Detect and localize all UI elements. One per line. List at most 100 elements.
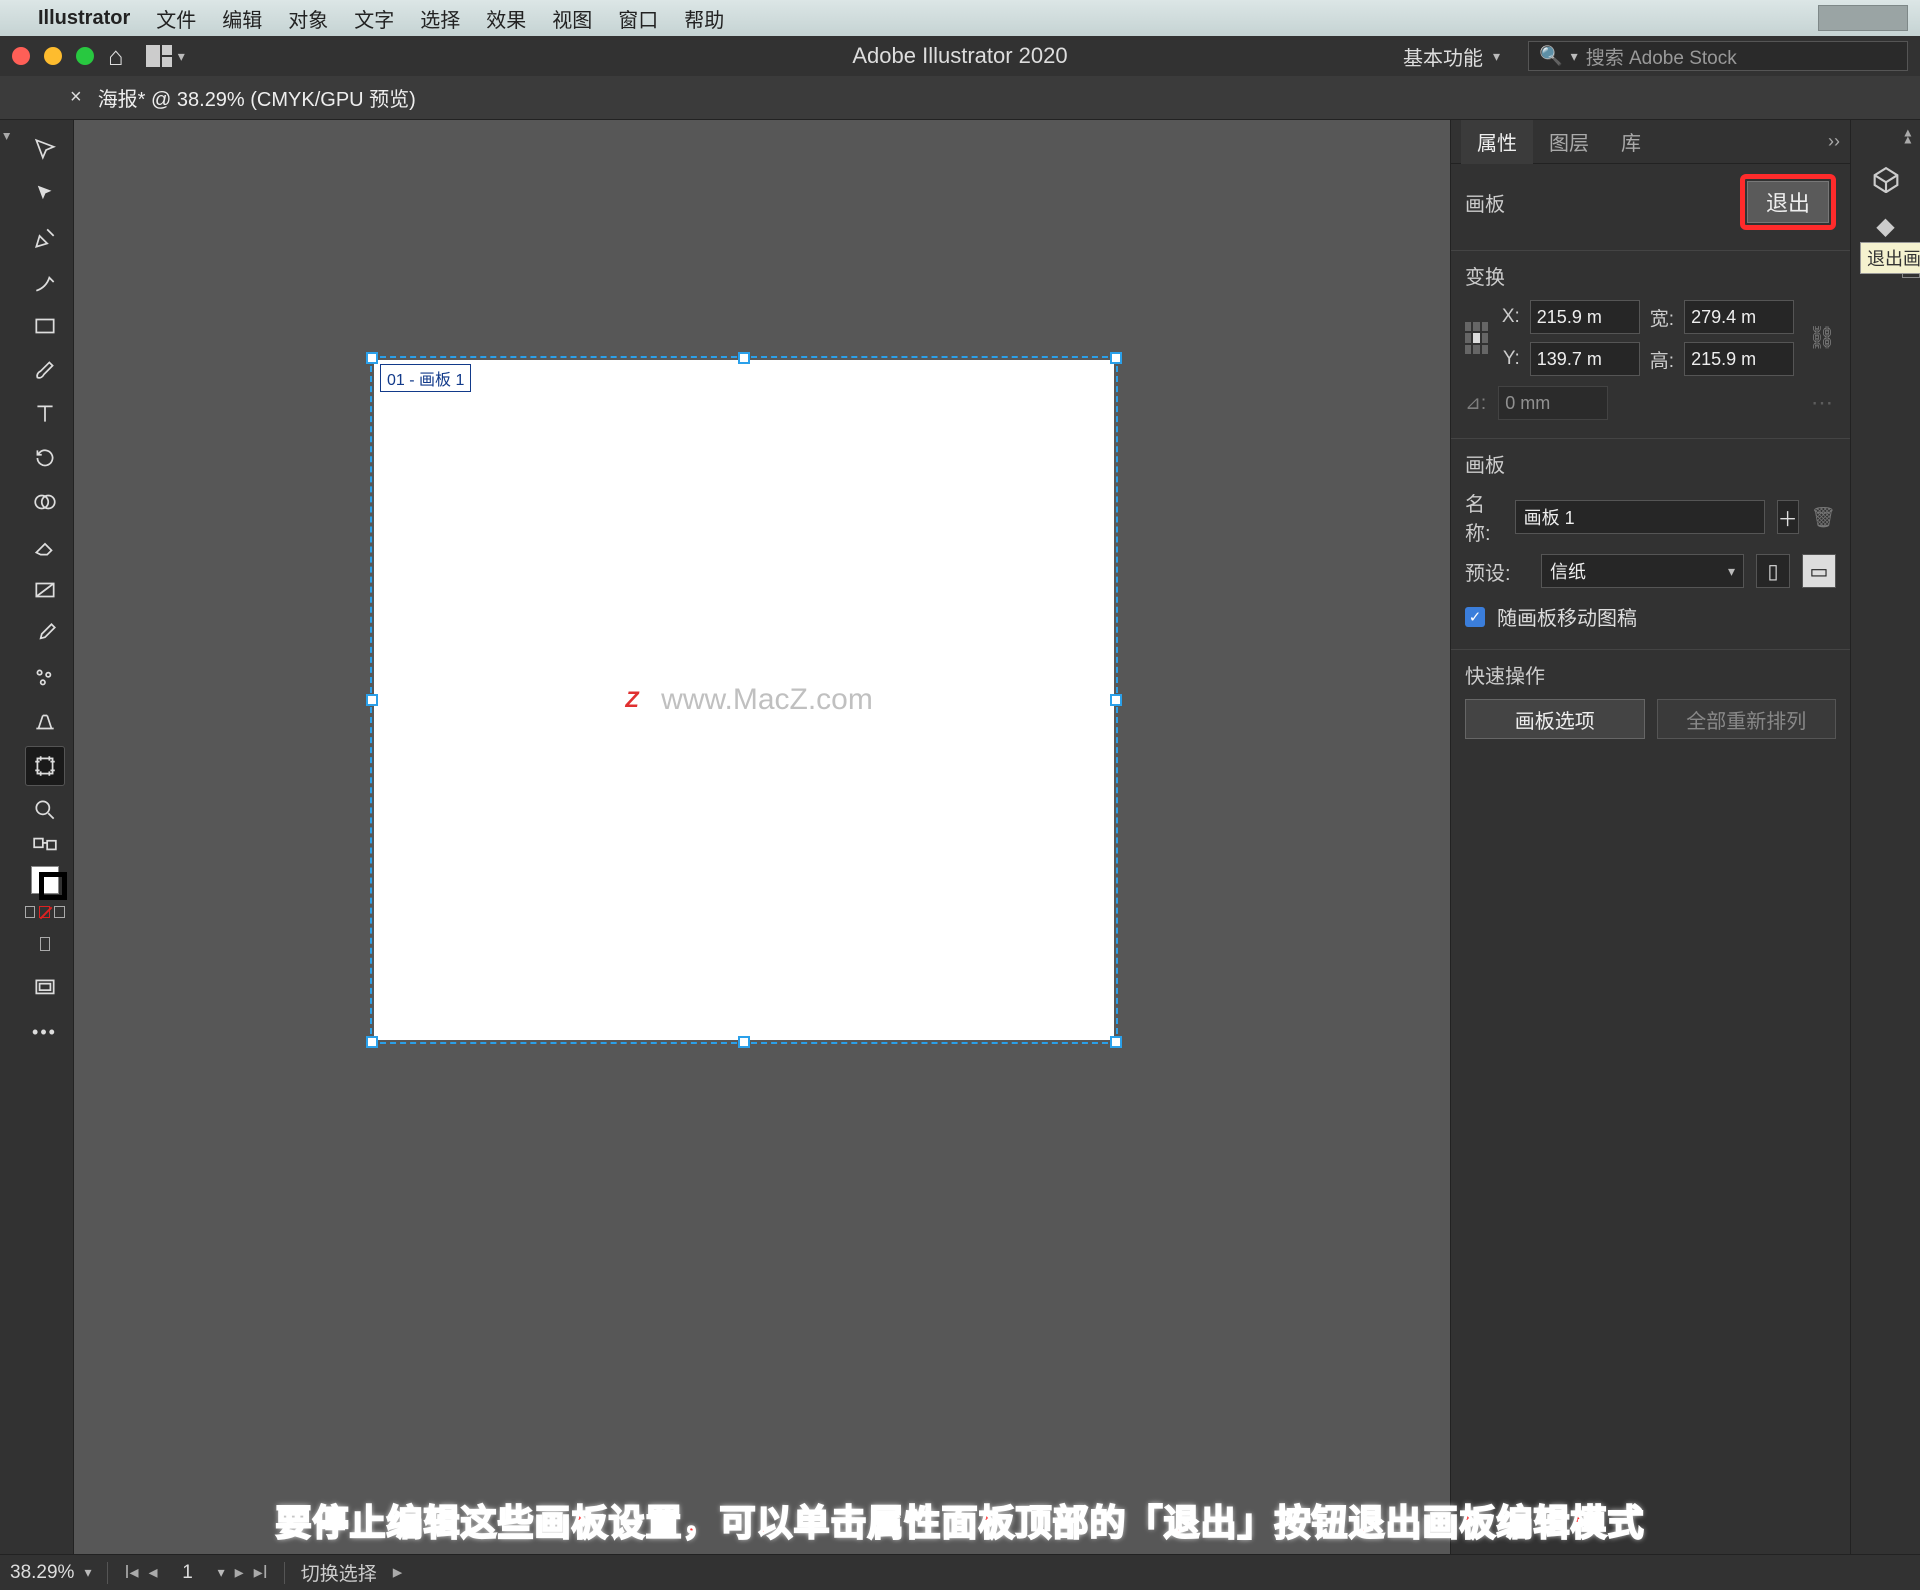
exit-tooltip: 退出画板编辑模式 bbox=[1860, 242, 1920, 274]
y-input[interactable] bbox=[1530, 342, 1640, 376]
layers-dock-icon[interactable]: ◆ bbox=[1868, 211, 1904, 241]
artboard-name-input[interactable] bbox=[1515, 500, 1765, 534]
tab-layers[interactable]: 图层 bbox=[1533, 120, 1605, 164]
resize-handle[interactable] bbox=[1110, 352, 1122, 364]
curvature-tool[interactable] bbox=[25, 262, 65, 302]
dock-expand-button[interactable]: ▸▸ bbox=[1898, 129, 1915, 143]
zoom-tool[interactable] bbox=[25, 790, 65, 830]
app-name[interactable]: Illustrator bbox=[38, 7, 130, 30]
perspective-grid-tool[interactable] bbox=[25, 702, 65, 742]
chevron-down-icon[interactable]: ▾ bbox=[84, 1564, 91, 1581]
delete-artboard-button[interactable]: 🗑 bbox=[1811, 500, 1836, 534]
edit-toolbar-button[interactable]: ••• bbox=[25, 1012, 65, 1052]
libraries-dock-icon[interactable] bbox=[1868, 163, 1904, 193]
menu-edit[interactable]: 编辑 bbox=[222, 4, 262, 33]
fill-stroke-swap[interactable] bbox=[25, 834, 65, 854]
fill-stroke-swatches[interactable] bbox=[25, 858, 65, 902]
x-input[interactable] bbox=[1530, 300, 1640, 334]
menu-select[interactable]: 选择 bbox=[420, 4, 460, 33]
color-mode-toggles[interactable] bbox=[25, 906, 65, 920]
menu-object[interactable]: 对象 bbox=[288, 4, 328, 33]
exit-button-highlight: 退出 bbox=[1740, 174, 1836, 230]
orientation-landscape-button[interactable]: ▭ bbox=[1802, 554, 1836, 588]
zoom-level[interactable]: 38.29% bbox=[10, 1562, 74, 1584]
menu-file[interactable]: 文件 bbox=[156, 4, 196, 33]
app-header: ⌂ ▾ Adobe Illustrator 2020 基本功能 ▾ 🔍▾ 搜索 … bbox=[0, 36, 1920, 76]
search-icon: 🔍 bbox=[1539, 44, 1563, 68]
symbol-sprayer-tool[interactable] bbox=[25, 658, 65, 698]
chevron-down-icon[interactable]: ▾ bbox=[218, 1564, 225, 1581]
artboard-options-button[interactable]: 画板选项 bbox=[1465, 699, 1645, 739]
close-tab-button[interactable]: × bbox=[70, 86, 82, 109]
menu-view[interactable]: 视图 bbox=[552, 4, 592, 33]
section-title: 画板 bbox=[1465, 449, 1505, 478]
gradient-tool[interactable] bbox=[25, 570, 65, 610]
home-button[interactable]: ⌂ bbox=[108, 41, 124, 72]
workspace-switcher[interactable]: 基本功能 ▾ bbox=[1393, 38, 1510, 75]
h-label: 高: bbox=[1650, 346, 1674, 373]
artboard-number[interactable]: 1 bbox=[168, 1562, 208, 1584]
next-artboard-button[interactable]: ▸ bbox=[235, 1562, 244, 1583]
move-artwork-checkbox[interactable]: ✓ bbox=[1465, 607, 1485, 627]
eyedropper-tool[interactable] bbox=[25, 614, 65, 654]
app-title: Adobe Illustrator 2020 bbox=[852, 43, 1067, 69]
new-artboard-button[interactable]: ＋ bbox=[1777, 500, 1799, 534]
quick-actions-section: 快速操作 画板选项 全部重新排列 bbox=[1451, 650, 1850, 757]
rectangle-tool[interactable] bbox=[25, 306, 65, 346]
canvas[interactable]: 01 - 画板 1 Z www.MacZ.com bbox=[74, 120, 1450, 1554]
more-options-icon[interactable]: ⋯ bbox=[1808, 389, 1836, 417]
menu-window[interactable]: 窗口 bbox=[618, 4, 658, 33]
reference-point-selector[interactable] bbox=[1465, 322, 1488, 354]
artboard-tool[interactable] bbox=[25, 746, 65, 786]
stroke-swatch[interactable] bbox=[39, 872, 67, 900]
height-input[interactable] bbox=[1684, 342, 1794, 376]
arrange-documents-button[interactable]: ▾ bbox=[138, 43, 193, 69]
chevron-down-icon: ▾ bbox=[178, 48, 185, 65]
menu-type[interactable]: 文字 bbox=[354, 4, 394, 33]
panel-more-button[interactable]: ›› bbox=[1828, 131, 1840, 152]
tab-properties[interactable]: 属性 bbox=[1461, 120, 1533, 164]
resize-handle[interactable] bbox=[366, 694, 378, 706]
draw-mode-normal[interactable] bbox=[25, 924, 65, 964]
resize-handle[interactable] bbox=[1110, 694, 1122, 706]
screen-mode[interactable] bbox=[25, 968, 65, 1008]
selection-tool[interactable] bbox=[25, 130, 65, 170]
window-close-button[interactable] bbox=[12, 47, 30, 65]
artboard-selection bbox=[370, 356, 1118, 1044]
resize-handle[interactable] bbox=[738, 352, 750, 364]
window-minimize-button[interactable] bbox=[44, 47, 62, 65]
prev-artboard-button[interactable]: ◂ bbox=[149, 1562, 158, 1583]
section-title: 变换 bbox=[1465, 261, 1505, 290]
pen-tool[interactable] bbox=[25, 218, 65, 258]
section-title: 快速操作 bbox=[1465, 660, 1545, 689]
orientation-portrait-button[interactable]: ▯ bbox=[1756, 554, 1790, 588]
direct-selection-tool[interactable] bbox=[25, 174, 65, 214]
eraser-tool[interactable] bbox=[25, 526, 65, 566]
mac-menubar: Illustrator 文件 编辑 对象 文字 选择 效果 视图 窗口 帮助 bbox=[0, 0, 1920, 36]
document-tab[interactable]: 海报* @ 38.29% (CMYK/GPU 预览) bbox=[98, 83, 416, 112]
panel-collapse-left[interactable]: ▸ bbox=[0, 120, 16, 1554]
artboard-header-section: 画板 退出 bbox=[1451, 164, 1850, 251]
status-menu-arrow[interactable]: ▸ bbox=[393, 1561, 403, 1584]
menu-effect[interactable]: 效果 bbox=[486, 4, 526, 33]
arrange-documents-icon bbox=[146, 45, 172, 67]
resize-handle[interactable] bbox=[1110, 1036, 1122, 1048]
preset-select[interactable]: 信纸 ▾ bbox=[1541, 554, 1744, 588]
type-tool[interactable] bbox=[25, 394, 65, 434]
selection-status[interactable]: 切换选择 bbox=[301, 1559, 377, 1586]
menu-help[interactable]: 帮助 bbox=[684, 4, 724, 33]
constrain-proportions-button[interactable]: ⛓ bbox=[1808, 324, 1836, 352]
last-artboard-button[interactable]: ▸I bbox=[254, 1562, 268, 1583]
tab-libraries[interactable]: 库 bbox=[1605, 120, 1657, 164]
exit-artboard-edit-button[interactable]: 退出 bbox=[1747, 181, 1829, 223]
paintbrush-tool[interactable] bbox=[25, 350, 65, 390]
shape-builder-tool[interactable] bbox=[25, 482, 65, 522]
resize-handle[interactable] bbox=[738, 1036, 750, 1048]
width-input[interactable] bbox=[1684, 300, 1794, 334]
rotate-tool[interactable] bbox=[25, 438, 65, 478]
stock-search-input[interactable]: 🔍▾ 搜索 Adobe Stock bbox=[1528, 41, 1908, 71]
resize-handle[interactable] bbox=[366, 1036, 378, 1048]
window-maximize-button[interactable] bbox=[76, 47, 94, 65]
first-artboard-button[interactable]: I◂ bbox=[124, 1562, 138, 1583]
resize-handle[interactable] bbox=[366, 352, 378, 364]
